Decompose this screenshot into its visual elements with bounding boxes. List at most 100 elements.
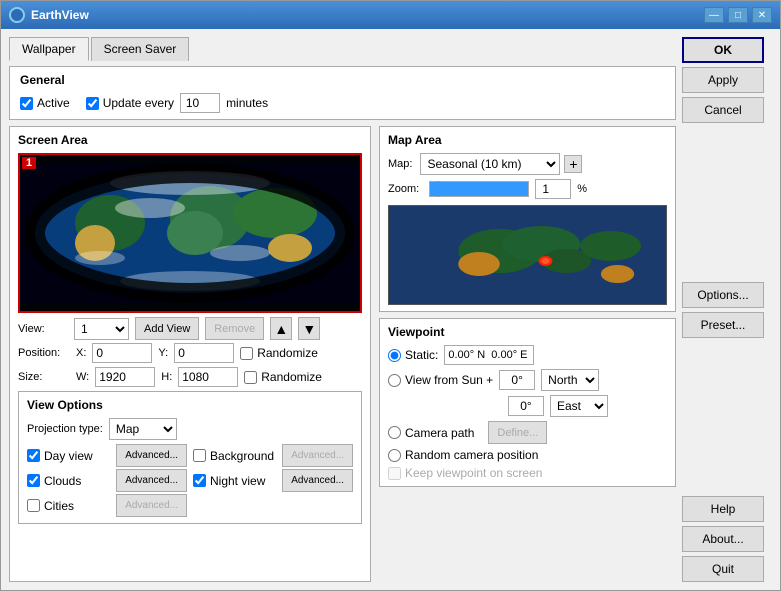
y-input[interactable] [174, 343, 234, 363]
day-view-row: Day view Advanced... [27, 444, 187, 467]
zoom-label: Zoom: [388, 183, 419, 195]
random-radio[interactable] [388, 449, 401, 462]
h-input[interactable] [178, 367, 238, 387]
maximize-button[interactable]: □ [728, 7, 748, 23]
keep-viewpoint-checkbox[interactable] [388, 467, 401, 480]
cities-label: Cities [44, 499, 74, 513]
clouds-checkbox[interactable] [27, 474, 40, 487]
randomize2-checkbox[interactable] [244, 371, 257, 384]
clouds-label: Clouds [44, 474, 81, 488]
projection-select[interactable]: Map [109, 418, 177, 440]
screen-number: 1 [22, 157, 36, 169]
tab-screensaver[interactable]: Screen Saver [91, 37, 190, 61]
update-interval-input[interactable] [180, 93, 220, 113]
randomize2-label[interactable]: Randomize [244, 370, 322, 384]
viewpoint-title: Viewpoint [388, 325, 667, 339]
minimize-button[interactable]: — [704, 7, 724, 23]
view-select[interactable]: 1 [74, 318, 129, 340]
east-select[interactable]: East [550, 395, 608, 417]
minutes-label: minutes [226, 96, 268, 110]
day-view-label: Day view [44, 449, 93, 463]
preset-button[interactable]: Preset... [682, 312, 764, 338]
move-up-button[interactable]: ▲ [270, 317, 292, 340]
night-view-checkbox[interactable] [193, 474, 206, 487]
title-bar: EarthView — □ ✕ [1, 1, 780, 29]
define-button[interactable]: Define... [488, 421, 547, 444]
help-button[interactable]: Help [682, 496, 764, 522]
randomize1-label[interactable]: Randomize [240, 346, 318, 360]
screen-preview: 1 [18, 153, 362, 313]
clouds-row: Clouds Advanced... [27, 469, 187, 492]
sun-radio-label[interactable]: View from Sun + [388, 373, 493, 387]
mini-map-svg [389, 206, 666, 305]
tab-wallpaper[interactable]: Wallpaper [9, 37, 89, 61]
keep-label: Keep viewpoint on screen [405, 466, 542, 480]
update-checkbox[interactable] [86, 97, 99, 110]
camera-path-radio[interactable] [388, 426, 401, 439]
window-controls: — □ ✕ [704, 7, 772, 23]
keep-viewpoint-label[interactable]: Keep viewpoint on screen [388, 466, 542, 480]
x-input[interactable] [92, 343, 152, 363]
clouds-checkbox-label[interactable]: Clouds [27, 474, 81, 488]
static-value-input[interactable] [444, 345, 534, 365]
about-button[interactable]: About... [682, 526, 764, 552]
cities-checkbox[interactable] [27, 499, 40, 512]
update-checkbox-label[interactable]: Update every [86, 96, 174, 110]
x-label: X: [76, 347, 86, 359]
app-icon [9, 7, 25, 23]
screen-area-title: Screen Area [18, 133, 362, 147]
add-map-button[interactable]: + [564, 155, 582, 173]
close-button[interactable]: ✕ [752, 7, 772, 23]
static-radio-label[interactable]: Static: [388, 348, 438, 362]
cities-advanced-button[interactable]: Advanced... [116, 494, 187, 517]
day-view-checkbox[interactable] [27, 449, 40, 462]
window-title: EarthView [31, 8, 698, 22]
move-down-button[interactable]: ▼ [298, 317, 320, 340]
map-area-title: Map Area [388, 133, 667, 147]
remove-button[interactable]: Remove [205, 317, 264, 340]
night-view-checkbox-label[interactable]: Night view [193, 474, 265, 488]
zoom-value[interactable] [535, 179, 571, 199]
background-checkbox[interactable] [193, 449, 206, 462]
cities-row: Cities Advanced... [27, 494, 187, 517]
background-label: Background [210, 449, 274, 463]
sun-radio[interactable] [388, 374, 401, 387]
north-select[interactable]: North [541, 369, 599, 391]
camera-path-radio-label[interactable]: Camera path [388, 426, 474, 440]
night-view-row: Night view Advanced... [193, 469, 353, 492]
apply-button[interactable]: Apply [682, 67, 764, 93]
background-row: Background Advanced... [193, 444, 353, 467]
sun-label: View from Sun + [405, 373, 493, 387]
cities-checkbox-label[interactable]: Cities [27, 499, 74, 513]
day-view-checkbox-label[interactable]: Day view [27, 449, 93, 463]
add-view-button[interactable]: Add View [135, 317, 199, 340]
general-title: General [20, 73, 665, 87]
h-label: H: [161, 371, 172, 383]
background-checkbox-label[interactable]: Background [193, 449, 274, 463]
active-checkbox[interactable] [20, 97, 33, 110]
y-label: Y: [158, 347, 168, 359]
sun-value-input[interactable] [499, 370, 535, 390]
map-select[interactable]: Seasonal (10 km) [420, 153, 560, 175]
quit-button[interactable]: Quit [682, 556, 764, 582]
active-checkbox-label[interactable]: Active [20, 96, 70, 110]
size-label: Size: [18, 371, 70, 383]
clouds-advanced-button[interactable]: Advanced... [116, 469, 187, 492]
options-button[interactable]: Options... [682, 282, 764, 308]
random-radio-label[interactable]: Random camera position [388, 448, 538, 462]
zoom-percent: % [577, 183, 587, 195]
east-value-input[interactable] [508, 396, 544, 416]
map-preview [388, 205, 667, 305]
cancel-button[interactable]: Cancel [682, 97, 764, 123]
zoom-slider[interactable] [429, 181, 529, 197]
background-advanced-button[interactable]: Advanced... [282, 444, 353, 467]
w-input[interactable] [95, 367, 155, 387]
earth-svg [20, 163, 360, 303]
static-radio[interactable] [388, 349, 401, 362]
main-window: EarthView — □ ✕ Wallpaper Screen Saver G… [0, 0, 781, 591]
projection-label: Projection type: [27, 423, 103, 435]
ok-button[interactable]: OK [682, 37, 764, 63]
night-advanced-button[interactable]: Advanced... [282, 469, 353, 492]
randomize1-checkbox[interactable] [240, 347, 253, 360]
day-advanced-button[interactable]: Advanced... [116, 444, 187, 467]
